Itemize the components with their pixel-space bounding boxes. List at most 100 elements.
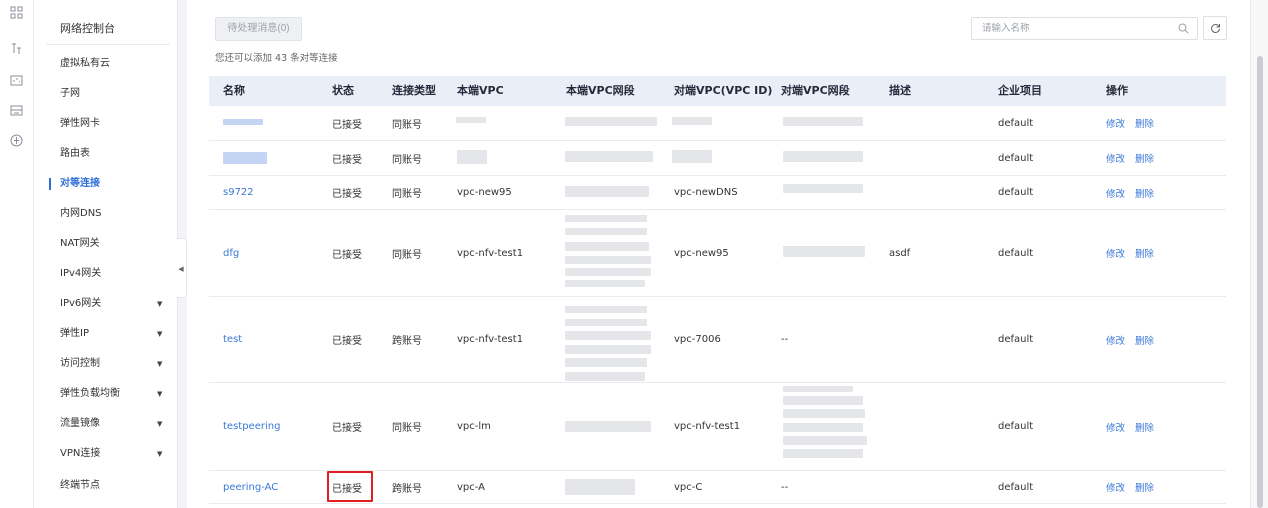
sidebar-item[interactable]: 流量镜像 ▼ [34,409,178,439]
delete-link[interactable]: 删除 [1135,116,1154,130]
edit-link[interactable]: 修改 [1106,420,1125,434]
sidebar-item-label: 虚拟私有云 [60,58,110,69]
cell-name[interactable]: test [223,297,242,382]
redacted-block [565,331,651,340]
delete-link[interactable]: 删除 [1135,246,1154,260]
delete-link[interactable]: 删除 [1135,151,1154,165]
cell-local-vpc: vpc-lm [457,421,491,432]
cell-status: 已接受 [332,423,362,434]
search-input[interactable] [972,18,1172,39]
redacted-block [783,449,863,458]
globe-icon[interactable] [10,134,23,147]
refresh-icon [1211,24,1220,33]
cell-type: 同账号 [392,189,422,200]
cell-peer-vpc: vpc-C [674,481,703,493]
redacted-block [565,117,657,126]
cell-local-vpc: vpc-nfv-test1 [457,334,524,345]
sidebar-item[interactable]: 弹性IP ▼ [34,319,178,349]
redacted-block [565,319,647,326]
sidebar-item-label: IPv6网关 [60,298,102,309]
chevron-down-icon[interactable]: ▼ [157,379,162,409]
cell-project: default [998,481,1034,493]
cell-actions: 修改 删除 [1106,106,1154,140]
sidebar-item[interactable]: 虚拟私有云 [34,49,178,79]
sidebar-item[interactable]: NAT网关 [34,229,178,259]
sidebar-item[interactable]: 弹性负载均衡 ▼ [34,379,178,409]
cell-desc: asdf [889,247,911,259]
edit-link[interactable]: 修改 [1106,333,1125,347]
delete-link[interactable]: 删除 [1135,480,1154,494]
status-highlight-box [327,471,373,502]
sidebar-item[interactable]: 路由表 [34,139,178,169]
sidebar-item-label: IPv4网关 [60,268,102,279]
delete-link[interactable]: 删除 [1135,420,1154,434]
grid-apps-icon[interactable] [10,6,23,19]
cell-type: 同账号 [392,249,422,261]
search-icon[interactable] [1178,23,1189,34]
router-icon[interactable] [10,104,23,117]
sidebar-item[interactable]: 访问控制 ▼ [34,349,178,379]
scrollbar-thumb[interactable] [1257,56,1263,508]
sidebar-item[interactable]: IPv4网关 [34,259,178,289]
sidebar-item[interactable]: VPN连接 ▼ [34,439,178,469]
cell-status: 已接受 [332,249,362,261]
sidebar-item-label: 子网 [60,88,80,99]
cell-name[interactable]: peering-AC [223,471,278,503]
edit-link[interactable]: 修改 [1106,480,1125,494]
redacted-block [783,117,863,126]
delete-link[interactable]: 删除 [1135,186,1154,200]
edit-link[interactable]: 修改 [1106,151,1125,165]
table-header: 名称 状态 连接类型 本端VPC 本端VPC网段 对端VPC(VPC ID) 对端VPC网段… [209,76,1226,106]
redacted-block [565,358,647,367]
cell-name[interactable]: testpeering [223,383,280,470]
sidebar-item-label: 终端节点 [60,480,100,491]
icon-rail [0,0,34,508]
column-header: 本端VPC [457,84,504,97]
refresh-button[interactable] [1203,16,1227,40]
redacted-block [783,246,865,257]
sidebar-item[interactable]: 内网DNS [34,199,178,229]
delete-link[interactable]: 删除 [1135,333,1154,347]
chevron-down-icon[interactable]: ▼ [157,289,162,319]
redacted-block [565,280,645,287]
cell-actions: 修改 删除 [1106,297,1154,382]
sidebar-item[interactable]: 弹性网卡 [34,109,178,139]
search-box[interactable] [971,17,1198,40]
cell-actions: 修改 删除 [1106,210,1154,296]
table-row: test 已接受 跨账号 vpc-nfv-test1 vpc-7006 -- default… [209,297,1226,383]
sidebar-item[interactable]: IPv6网关 ▼ [34,289,178,319]
cell-project: default [998,334,1034,345]
cell-peer-vpc: vpc-newDNS [674,187,738,198]
cell-type: 同账号 [392,423,422,434]
chevron-down-icon[interactable]: ▼ [157,439,162,469]
sidebar-item[interactable]: 终端节点 [34,471,178,501]
edit-link[interactable]: 修改 [1106,246,1125,260]
column-header: 企业项目 [998,84,1042,97]
redacted-block [672,117,712,125]
cell-local-vpc: vpc-A [457,481,485,493]
redacted-block [223,152,267,164]
redacted-block [565,306,647,313]
sidebar-item[interactable]: 子网 [34,79,178,109]
table-row: dfg 已接受 同账号 vpc-nfv-test1 vpc-new95 asdf defau… [209,210,1226,297]
redacted-block [783,409,865,418]
redacted-block [783,386,853,392]
cell-name[interactable]: dfg [223,210,239,296]
chevron-down-icon[interactable]: ▼ [157,349,162,379]
topology-icon[interactable] [10,42,23,55]
table-row: 已接受 同账号 default 修改 删除 [209,141,1226,176]
pending-messages-button[interactable]: 待处理消息(0) [215,17,302,41]
sidebar-collapse-handle[interactable]: ◀ [176,238,187,298]
redacted-block [565,151,653,162]
chevron-down-icon[interactable]: ▼ [157,319,162,349]
cell-project: default [998,117,1034,129]
cell-actions: 修改 删除 [1106,141,1154,175]
chevron-down-icon[interactable]: ▼ [157,409,162,439]
redacted-block [565,228,647,235]
network-card-icon[interactable] [10,74,23,87]
edit-link[interactable]: 修改 [1106,186,1125,200]
sidebar-item[interactable]: 对等连接 [34,169,178,199]
edit-link[interactable]: 修改 [1106,116,1125,130]
column-header: 对端VPC网段 [781,84,850,97]
cell-name[interactable]: s9722 [223,176,254,209]
